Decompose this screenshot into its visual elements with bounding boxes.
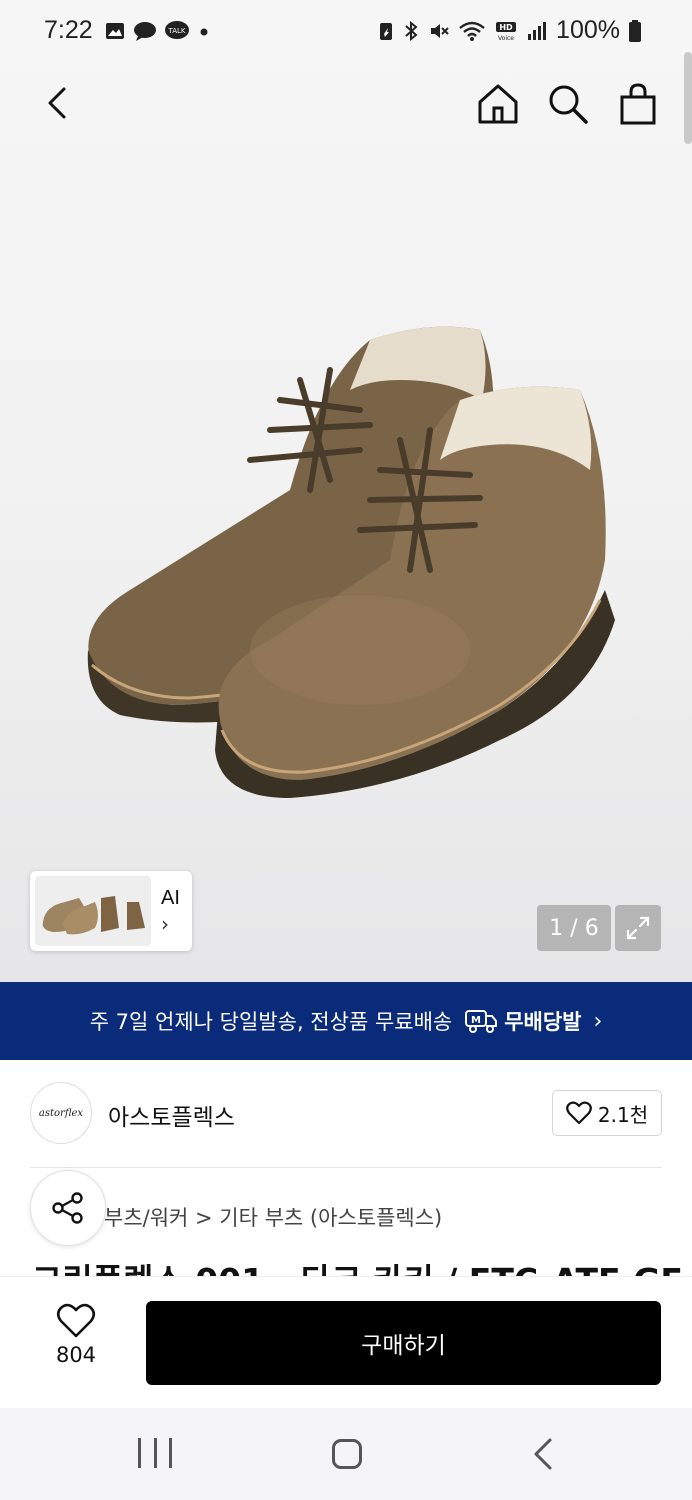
ai-thumbnail: [35, 876, 151, 946]
svg-text:Voice: Voice: [498, 35, 514, 42]
hd-voice-icon: HD Voice: [496, 21, 517, 42]
cart-button[interactable]: [612, 78, 664, 130]
notification-icons: TALK: [104, 20, 212, 42]
product-title-container: 그린플렉스 001 - 다크 카키 / ETC-ATF-GF-: [0, 1252, 692, 1276]
expand-image-button[interactable]: [615, 905, 661, 951]
system-icons: HD Voice 100%: [378, 16, 642, 45]
svg-text:HD: HD: [499, 23, 513, 32]
search-button[interactable]: [542, 78, 594, 130]
bluetooth-icon: [405, 20, 418, 41]
kakaotalk-icon: TALK: [165, 21, 189, 39]
android-back-button[interactable]: [528, 1436, 558, 1472]
heart-icon: [566, 1101, 592, 1125]
chevron-right-icon: ›: [161, 911, 169, 936]
signal-icon: [528, 21, 547, 40]
divider: [30, 1167, 662, 1168]
brand-row: astorflex 아스토플렉스 2.1천: [0, 1060, 692, 1168]
status-bar: 7:22 TALK HD Voice 100%: [0, 0, 692, 66]
image-page-counter: 1 / 6: [537, 905, 611, 951]
mute-icon: [431, 23, 449, 38]
battery-saver-icon: [380, 22, 393, 40]
brand-logo[interactable]: astorflex: [30, 1082, 92, 1144]
recents-button[interactable]: [138, 1438, 172, 1472]
status-time: 7:22: [44, 16, 93, 44]
home-button[interactable]: [472, 78, 524, 130]
brand-like-count: 2.1천: [597, 1102, 649, 1127]
wishlist-button[interactable]: 804: [36, 1303, 116, 1373]
heart-icon: [56, 1303, 96, 1338]
bottom-action-bar: 804 구매하기: [0, 1276, 692, 1408]
expand-icon: [626, 916, 650, 940]
back-button[interactable]: [32, 78, 82, 128]
wishlist-count: 804: [55, 1343, 97, 1367]
gallery-icon: [106, 23, 124, 39]
category-breadcrumb[interactable]: 부츠/워커 > 기타 부츠 (아스토플렉스): [104, 1202, 442, 1232]
shopping-bag-icon: [620, 83, 656, 125]
wifi-icon: [459, 21, 485, 41]
top-navigation: [0, 66, 692, 142]
chat-icon: [134, 22, 156, 41]
brand-logo-text: astorflex: [38, 1107, 84, 1119]
back-icon: [48, 87, 66, 119]
product-title: 그린플렉스 001 - 다크 카키 / ETC-ATF-GF-: [32, 1254, 692, 1276]
battery-icon: [629, 19, 641, 42]
svg-text:TALK: TALK: [167, 27, 185, 35]
shipping-banner[interactable]: 주 7일 언제나 당일발송, 전상품 무료배송 M 무배당발 ›: [0, 982, 692, 1060]
shipping-brand: M 무배당발: [464, 1006, 582, 1036]
scroll-indicator[interactable]: [684, 52, 692, 144]
shipping-badge-letter: M: [471, 1015, 481, 1026]
chevron-right-icon: ›: [593, 1008, 603, 1034]
delivery-truck-icon: M: [465, 1010, 498, 1033]
buy-button[interactable]: 구매하기: [146, 1301, 661, 1385]
dot-icon: [200, 28, 208, 36]
shipping-banner-text: 주 7일 언제나 당일발송, 전상품 무료배송: [89, 1010, 453, 1034]
product-image: [87, 326, 615, 798]
product-image-gallery[interactable]: 7:22 TALK HD Voice 100% AI › 1 / 6: [0, 0, 692, 982]
brand-name[interactable]: 아스토플렉스: [108, 1098, 235, 1132]
brand-like-button[interactable]: 2.1천: [552, 1090, 662, 1136]
android-navigation-bar: [0, 1408, 692, 1500]
share-button[interactable]: [30, 1170, 106, 1246]
ai-label: AI: [161, 886, 180, 909]
shipping-brand-label: 무배당발: [504, 1010, 582, 1034]
battery-percent: 100%: [556, 16, 620, 44]
search-icon: [549, 85, 588, 124]
ai-similar-products-card[interactable]: AI ›: [30, 871, 192, 951]
home-nav-button[interactable]: [332, 1439, 362, 1469]
share-icon: [52, 1192, 83, 1224]
home-icon: [478, 84, 518, 124]
